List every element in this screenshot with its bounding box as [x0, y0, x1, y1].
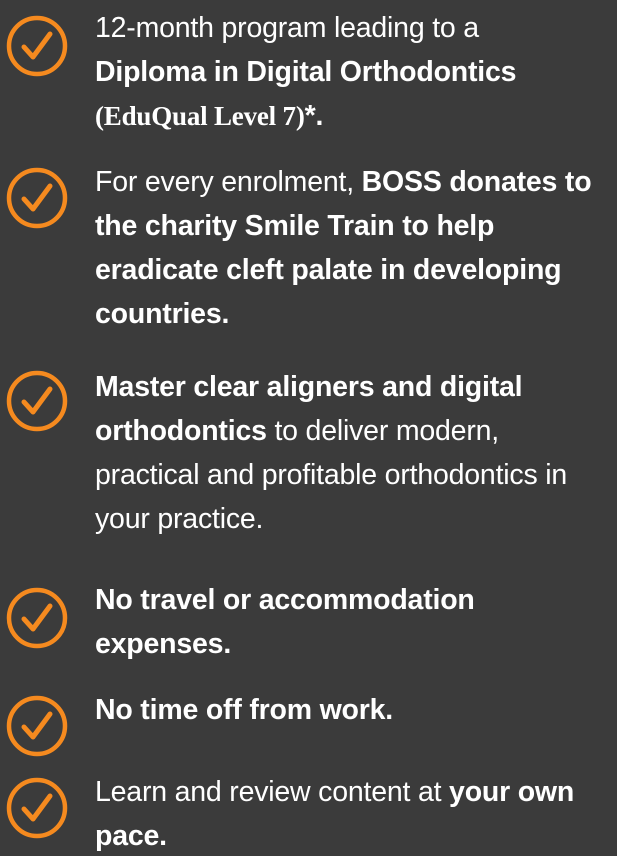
item-text-regular: Learn and review content at — [95, 776, 450, 808]
item-text-bold: No time off from work. — [95, 694, 394, 726]
item-text: No travel or accommodation expenses. — [95, 578, 610, 666]
check-circle-icon — [5, 166, 69, 230]
check-circle-icon — [5, 14, 69, 78]
check-circle-icon — [5, 776, 69, 840]
check-circle-icon — [5, 586, 69, 650]
item-text-qualification: (EduQual Level 7) — [95, 101, 305, 131]
item-text-bold: No travel or accommodation expenses. — [95, 584, 475, 660]
check-circle-icon — [5, 694, 69, 758]
item-text: No time off from work. — [95, 688, 610, 732]
check-circle-icon — [5, 369, 69, 433]
benefits-list: 12-month program leading to a Diploma in… — [0, 0, 617, 856]
item-text-bold: Diploma in Digital Orthodontics — [95, 56, 517, 88]
item-text: 12-month program leading to a Diploma in… — [95, 6, 610, 138]
item-text-regular: 12-month program leading to a — [95, 12, 479, 44]
item-text-regular: For every enrolment, — [95, 166, 362, 198]
item-text: Learn and review content at your own pac… — [95, 770, 610, 856]
item-text: Master clear aligners and digital orthod… — [95, 365, 610, 541]
item-text: For every enrolment, BOSS donates to the… — [95, 160, 610, 336]
item-text-footnote-mark: *. — [304, 100, 324, 132]
